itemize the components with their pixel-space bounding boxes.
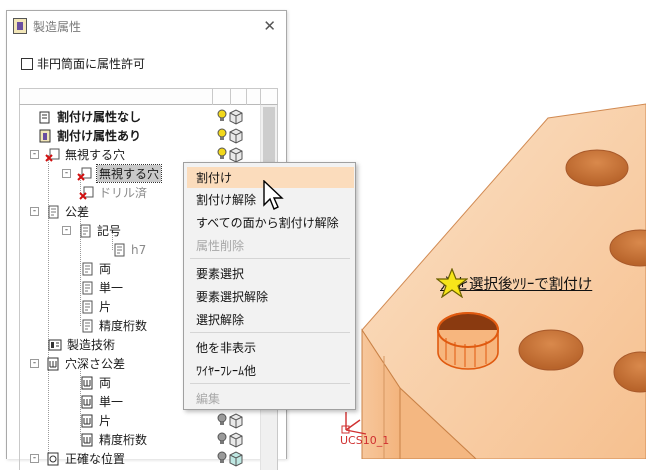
- menu-item[interactable]: 要素選択解除: [187, 286, 354, 307]
- tree-node-label: 片: [99, 414, 112, 428]
- tree-node-label: 精度桁数: [99, 319, 148, 333]
- collapse-toggle-icon[interactable]: -: [30, 207, 39, 216]
- hole[interactable]: [518, 329, 584, 371]
- lightbulb-icon: [217, 413, 227, 425]
- menu-item[interactable]: 選択解除: [187, 309, 354, 330]
- panel-title: 製造属性: [33, 19, 82, 34]
- panel-titlebar[interactable]: 製造属性 ✕: [7, 11, 286, 41]
- doc-icon: [79, 280, 95, 296]
- depth-icon: [79, 432, 95, 448]
- tree-node-label: 公差: [65, 205, 90, 219]
- status-icons[interactable]: [216, 107, 256, 126]
- tree-node-label: 製造技術: [67, 338, 116, 352]
- cube-icon: [229, 432, 243, 448]
- ignore-hole-icon: [79, 185, 95, 201]
- lightbulb-icon: [217, 432, 227, 444]
- menu-separator: [190, 258, 350, 259]
- cube-icon: [229, 147, 243, 163]
- collapse-toggle-icon[interactable]: -: [62, 169, 71, 178]
- lightbulb-icon: [217, 451, 227, 463]
- ignore-hole-icon: [45, 147, 61, 163]
- ignore-hole-icon: [77, 166, 93, 182]
- depth-icon: [79, 375, 95, 391]
- lightbulb-icon: [217, 109, 227, 121]
- tree-node-label: 割付け属性あり: [57, 129, 142, 143]
- lightbulb-icon: [217, 128, 227, 140]
- tree-node-label: h7: [131, 242, 147, 257]
- menu-item: 属性削除: [196, 239, 245, 253]
- menu-item[interactable]: 要素選択: [187, 263, 354, 284]
- tree-node-label: ドリル済: [99, 186, 148, 200]
- depth-icon: [79, 413, 95, 429]
- lightbulb-icon: [217, 147, 227, 159]
- cube-icon: [229, 109, 243, 125]
- tree-node-label: 精度桁数: [99, 433, 148, 447]
- column-divider[interactable]: [212, 89, 213, 105]
- doc-icon: [45, 204, 61, 220]
- checkbox-label: 非円筒面に属性許可: [37, 57, 146, 71]
- close-icon[interactable]: ✕: [263, 17, 276, 35]
- cube-icon: [229, 128, 243, 144]
- column-divider[interactable]: [246, 89, 247, 105]
- tree-node-label: 片: [99, 300, 112, 314]
- doc-icon: [77, 223, 93, 239]
- collapse-toggle-icon[interactable]: -: [62, 226, 71, 235]
- tree-guide-line: [48, 155, 49, 459]
- doc-icon: [79, 299, 95, 315]
- attr-on-icon: [37, 128, 53, 144]
- hint-callout: 穴を選択後ﾂﾘｰで割付け: [436, 268, 592, 298]
- star-icon: [436, 268, 468, 298]
- menu-item[interactable]: 他を非表示: [187, 337, 354, 358]
- tree-node-label: 両: [99, 376, 112, 390]
- collapse-toggle-icon[interactable]: -: [30, 359, 39, 368]
- tree-node-label: 無視する穴: [65, 148, 126, 162]
- cube-icon: [229, 451, 243, 467]
- tree-column-header: [19, 88, 278, 105]
- status-icons[interactable]: [216, 430, 256, 449]
- doc-icon: [79, 318, 95, 334]
- tree-node-label: 両: [99, 262, 112, 276]
- menu-item[interactable]: すべての面から割付け解除: [187, 212, 354, 233]
- menu-item: 編集: [196, 392, 221, 406]
- selected-hole[interactable]: [437, 312, 499, 370]
- allow-noncylindrical-option[interactable]: 非円筒面に属性許可: [21, 55, 145, 72]
- depth-icon: [79, 394, 95, 410]
- status-icons[interactable]: [216, 126, 256, 145]
- attribute-app-icon: [13, 18, 27, 34]
- depth-icon: [45, 356, 61, 372]
- ucs-label: UCS10_1: [340, 434, 390, 447]
- tree-node-label: 無視する穴: [95, 164, 163, 183]
- doc-icon: [111, 242, 127, 258]
- cube-icon: [229, 413, 243, 429]
- menu-item[interactable]: ﾜｲﾔｰﾌﾚｰﾑ他: [187, 360, 354, 381]
- menu-separator: [190, 332, 350, 333]
- tree-node-label: 記号: [97, 224, 122, 238]
- hole[interactable]: [565, 149, 629, 187]
- tree-node-label: 割付け属性なし: [57, 110, 142, 124]
- menu-separator: [190, 383, 350, 384]
- collapse-toggle-icon[interactable]: -: [30, 150, 39, 159]
- tech-icon: [47, 337, 63, 353]
- column-divider[interactable]: [230, 89, 231, 105]
- column-divider[interactable]: [260, 89, 261, 105]
- doc-icon: [79, 261, 95, 277]
- tree-node-label: 単一: [99, 281, 124, 295]
- mouse-cursor-icon: [263, 180, 284, 210]
- attr-icon: [37, 109, 53, 125]
- status-icons[interactable]: [216, 411, 256, 430]
- tree-node-label: 単一: [99, 395, 124, 409]
- allow-noncylindrical-checkbox[interactable]: [21, 57, 33, 70]
- tree-node-label: 穴深さ公差: [65, 357, 126, 371]
